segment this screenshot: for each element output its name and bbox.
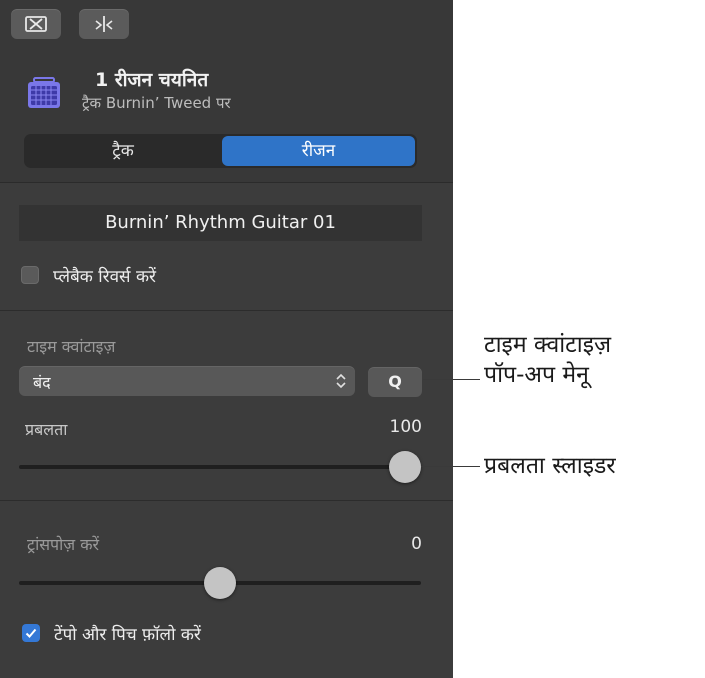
region-name-field[interactable]: Burnin’ Rhythm Guitar 01 xyxy=(19,205,422,241)
popup-callout-line2: पॉप-अप मेनू xyxy=(484,362,589,388)
reverse-playback-label: प्लेबैक रिवर्स करें xyxy=(53,267,156,287)
region-inspector-panel: 1 रीजन चयनित ट्रैक Burnin’ Tweed पर ट्रै… xyxy=(0,0,453,678)
time-quantize-label: टाइम क्वांटाइज़ xyxy=(27,337,116,356)
slider-callout-text: प्रबलता स्लाइडर xyxy=(484,453,616,479)
time-quantize-value: बंद xyxy=(33,373,51,392)
region-bounds-icon xyxy=(25,16,47,32)
popup-callout-line xyxy=(423,379,480,380)
time-quantize-popup[interactable]: बंद xyxy=(19,366,355,396)
quantize-button[interactable]: Q xyxy=(368,367,422,397)
section-divider xyxy=(0,500,453,501)
up-down-chevron-icon xyxy=(336,373,346,389)
selection-title: 1 रीजन चयनित xyxy=(95,69,209,91)
transpose-value: 0 xyxy=(411,534,422,554)
strength-value: 100 xyxy=(389,417,422,437)
transpose-slider-thumb[interactable] xyxy=(204,567,236,599)
popup-callout-line1: टाइम क्वांटाइज़ xyxy=(484,332,612,358)
popup-callout-text: टाइम क्वांटाइज़ पॉप-अप मेनू xyxy=(484,330,611,390)
transpose-label: ट्रांसपोज़ करें xyxy=(27,535,100,554)
checkmark-icon xyxy=(25,628,37,638)
tab-region[interactable]: रीजन xyxy=(222,136,415,166)
reverse-playback-checkbox[interactable] xyxy=(21,266,39,284)
tab-track[interactable]: ट्रैक xyxy=(26,136,220,166)
strength-label: प्रबलता xyxy=(25,420,68,439)
follow-tempo-pitch-label: टेंपो और पिच फ़ॉलो करें xyxy=(54,625,201,645)
strength-slider-thumb[interactable] xyxy=(388,451,421,483)
split-button[interactable] xyxy=(79,9,129,39)
amp-icon xyxy=(28,77,60,108)
track-region-segmented-control: ट्रैक रीजन xyxy=(24,134,417,168)
slider-callout-line xyxy=(421,466,480,467)
strength-slider[interactable] xyxy=(19,451,421,483)
split-icon xyxy=(95,16,113,32)
transpose-slider[interactable] xyxy=(19,567,421,599)
selection-subtitle: ट्रैक Burnin’ Tweed पर xyxy=(82,94,231,112)
section-divider xyxy=(0,310,453,311)
region-bounds-button[interactable] xyxy=(11,9,61,39)
follow-tempo-pitch-checkbox[interactable] xyxy=(22,624,40,642)
